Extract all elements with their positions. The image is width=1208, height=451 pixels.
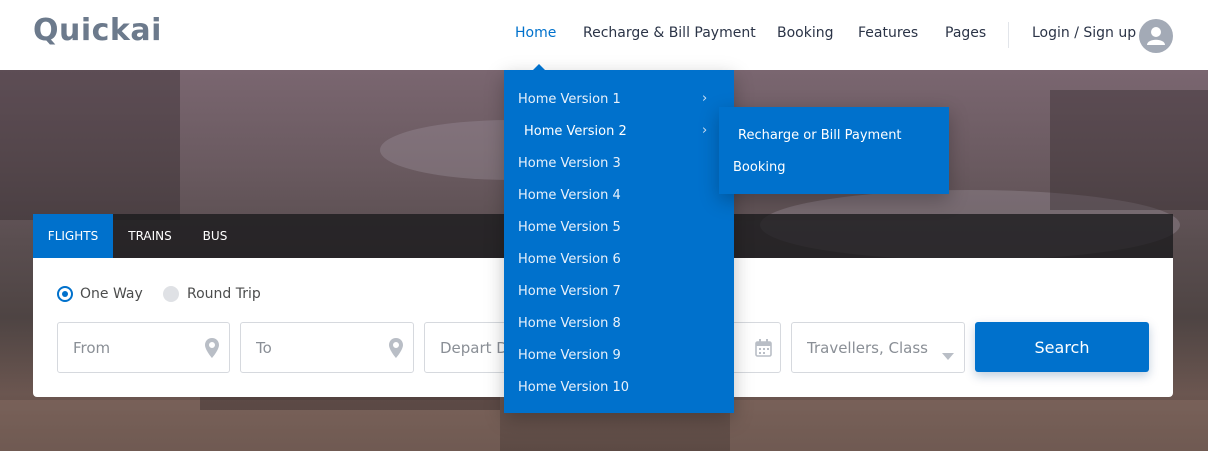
one-way-label[interactable]: One Way	[80, 286, 143, 302]
dropdown-item-home-version-7[interactable]: Home Version 7	[518, 284, 621, 299]
dropdown-item-home-version-5[interactable]: Home Version 5	[518, 220, 621, 235]
from-field	[57, 322, 230, 373]
travellers-class-field	[791, 322, 965, 373]
dropdown-item-home-version-2[interactable]: Home Version 2	[524, 124, 627, 139]
submenu-item-booking[interactable]: Booking	[733, 160, 785, 175]
login-signup-link[interactable]: Login / Sign up	[1032, 25, 1136, 41]
one-way-radio[interactable]	[57, 286, 73, 302]
round-trip-radio[interactable]	[163, 286, 179, 302]
nav-item-features[interactable]: Features	[858, 25, 918, 41]
to-field	[240, 322, 414, 373]
calendar-icon	[755, 339, 772, 361]
submenu-item-recharge-bill-payment[interactable]: Recharge or Bill Payment	[738, 128, 902, 143]
nav-item-recharge-bill-payment[interactable]: Recharge & Bill Payment	[583, 25, 756, 41]
tab-flights[interactable]: FLIGHTS	[33, 214, 113, 258]
user-icon[interactable]	[1139, 19, 1173, 53]
search-button[interactable]: Search	[975, 322, 1149, 372]
caret-down-icon	[942, 345, 954, 364]
round-trip-label[interactable]: Round Trip	[187, 286, 261, 302]
map-marker-icon	[205, 338, 219, 362]
dropdown-item-home-version-6[interactable]: Home Version 6	[518, 252, 621, 267]
nav-item-home[interactable]: Home	[515, 25, 556, 41]
travellers-class-input[interactable]	[792, 323, 964, 372]
map-marker-icon	[389, 338, 403, 362]
from-input[interactable]	[58, 323, 229, 372]
tab-bus[interactable]: BUS	[187, 214, 243, 258]
to-input[interactable]	[241, 323, 413, 372]
home-dropdown-menu: Home Version 1 › Home Version 2 › Home V…	[504, 70, 734, 413]
chevron-right-icon: ›	[702, 91, 708, 106]
chevron-right-icon: ›	[702, 123, 708, 138]
dropdown-item-home-version-4[interactable]: Home Version 4	[518, 188, 621, 203]
nav-item-booking[interactable]: Booking	[777, 25, 834, 41]
nav-divider	[1008, 22, 1009, 48]
home-version-2-submenu: Recharge or Bill Payment Booking	[719, 107, 949, 194]
site-header: Quickai Home Recharge & Bill Payment Boo…	[0, 0, 1208, 70]
nav-item-pages[interactable]: Pages	[945, 25, 986, 41]
dropdown-item-home-version-3[interactable]: Home Version 3	[518, 156, 621, 171]
dropdown-caret	[532, 64, 546, 71]
tab-trains[interactable]: TRAINS	[113, 214, 187, 258]
brand-logo[interactable]: Quickai	[33, 13, 162, 48]
dropdown-item-home-version-10[interactable]: Home Version 10	[518, 380, 629, 395]
dropdown-item-home-version-1[interactable]: Home Version 1	[518, 92, 621, 107]
dropdown-item-home-version-9[interactable]: Home Version 9	[518, 348, 621, 363]
dropdown-item-home-version-8[interactable]: Home Version 8	[518, 316, 621, 331]
